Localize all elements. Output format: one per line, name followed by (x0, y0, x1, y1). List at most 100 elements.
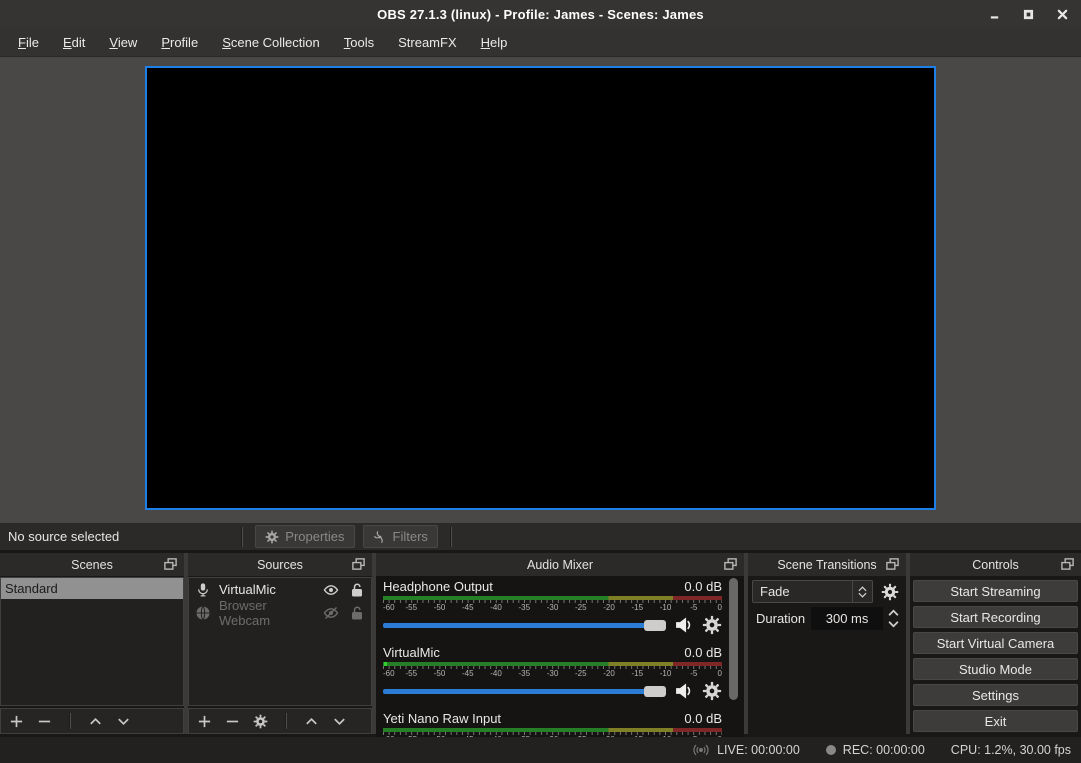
audio-mixer-dock-header[interactable]: Audio Mixer (376, 553, 744, 576)
close-button[interactable] (1055, 7, 1069, 21)
sources-toolbar (188, 708, 372, 734)
maximize-button[interactable] (1021, 7, 1035, 21)
menu-profile[interactable]: Profile (149, 31, 210, 54)
window-controls (987, 0, 1069, 28)
speaker-unmuted-icon[interactable] (674, 681, 694, 701)
toolbar-separator (69, 713, 71, 729)
source-down-button[interactable] (332, 714, 347, 729)
properties-button[interactable]: Properties (255, 525, 354, 548)
rec-time: REC: 00:00:00 (843, 743, 925, 757)
live-time: LIVE: 00:00:00 (717, 743, 800, 757)
controls-dock: Controls Start Streaming Start Recording… (910, 553, 1081, 737)
channel-volume-db: 0.0 dB (684, 579, 722, 594)
mixer-scrollbar[interactable] (729, 578, 738, 700)
mixer-channel-yeti-nano: Yeti Nano Raw Input 0.0 dB -60-55-50-45-… (383, 711, 722, 737)
add-source-button[interactable] (197, 714, 212, 729)
speaker-unmuted-icon[interactable] (674, 615, 694, 635)
menu-tools[interactable]: Tools (332, 31, 386, 54)
duration-decrement-button[interactable] (885, 619, 902, 631)
scenes-dock-title: Scenes (71, 558, 113, 572)
scene-up-button[interactable] (88, 714, 103, 729)
popout-icon[interactable] (885, 557, 901, 572)
menu-file[interactable]: File (6, 31, 51, 54)
popout-icon[interactable] (1060, 557, 1076, 572)
sources-dock-header[interactable]: Sources (188, 553, 372, 576)
duration-increment-button[interactable] (885, 607, 902, 619)
settings-button[interactable]: Settings (913, 684, 1078, 706)
menu-help[interactable]: Help (469, 31, 520, 54)
scene-transitions-dock: Scene Transitions Fade (748, 553, 906, 737)
sources-list[interactable]: VirtualMic Browser Webcam (188, 577, 372, 706)
exit-button[interactable]: Exit (913, 710, 1078, 732)
menu-view[interactable]: View (97, 31, 149, 54)
source-properties-gear-icon[interactable] (253, 714, 268, 729)
scenes-list[interactable]: Standard (0, 577, 184, 706)
volume-slider-handle[interactable] (644, 620, 666, 631)
scene-transitions-dock-header[interactable]: Scene Transitions (748, 553, 906, 576)
record-dot-icon (826, 745, 836, 755)
popout-icon[interactable] (163, 557, 179, 572)
volume-slider-track (383, 689, 666, 694)
duration-spinner-arrows (885, 607, 902, 630)
scene-transitions-dock-title: Scene Transitions (777, 558, 876, 572)
volume-slider[interactable] (383, 681, 666, 701)
window-title: OBS 27.1.3 (linux) - Profile: James - Sc… (377, 7, 704, 22)
rec-status: REC: 00:00:00 (826, 743, 925, 757)
filters-button[interactable]: Filters (363, 525, 438, 548)
lock-open-icon[interactable] (349, 582, 365, 598)
mixer-channel-headphone-output: Headphone Output 0.0 dB -60-55-50-45-40-… (383, 579, 722, 635)
duration-label: Duration (752, 611, 811, 626)
transition-select[interactable]: Fade (752, 580, 873, 603)
source-row-browser-webcam[interactable]: Browser Webcam (189, 601, 371, 624)
studio-mode-button[interactable]: Studio Mode (913, 658, 1078, 680)
channel-name: Yeti Nano Raw Input (383, 711, 684, 726)
audio-mixer-dock-title: Audio Mixer (527, 558, 593, 572)
visibility-eye-slash-icon[interactable] (323, 605, 339, 621)
cpu-fps-stats: CPU: 1.2%, 30.00 fps (951, 743, 1071, 757)
dropdown-arrows-icon (852, 581, 872, 602)
transition-settings-gear-icon[interactable] (878, 580, 902, 603)
remove-source-button[interactable] (225, 714, 240, 729)
scenes-dock: Scenes Standard (0, 553, 184, 737)
add-scene-button[interactable] (9, 714, 24, 729)
toolbar-separator (241, 527, 243, 547)
channel-gear-icon[interactable] (702, 615, 722, 635)
controls-dock-header[interactable]: Controls (910, 553, 1081, 576)
source-action-toolbar: No source selected Properties Filters (0, 523, 1081, 550)
duration-input[interactable]: 300 ms (811, 607, 883, 630)
start-recording-button[interactable]: Start Recording (913, 606, 1078, 628)
channel-gear-icon[interactable] (702, 681, 722, 701)
popout-icon[interactable] (351, 557, 367, 572)
channel-name: Headphone Output (383, 579, 684, 594)
remove-scene-button[interactable] (37, 714, 52, 729)
toolbar-separator (450, 527, 452, 547)
source-label: VirtualMic (219, 582, 313, 597)
broadcast-icon (692, 741, 710, 759)
popout-icon[interactable] (723, 557, 739, 572)
audio-mixer-dock: Audio Mixer Headphone Output 0.0 dB -60-… (376, 553, 744, 737)
volume-slider[interactable] (383, 615, 666, 635)
lock-open-icon[interactable] (349, 605, 365, 621)
title-bar[interactable]: OBS 27.1.3 (linux) - Profile: James - Sc… (0, 0, 1081, 28)
controls-dock-title: Controls (972, 558, 1019, 572)
preview-canvas[interactable] (145, 66, 936, 510)
gear-icon (265, 530, 279, 544)
visibility-eye-icon[interactable] (323, 582, 339, 598)
scene-down-button[interactable] (116, 714, 131, 729)
controls-body: Start Streaming Start Recording Start Vi… (910, 576, 1081, 737)
start-streaming-button[interactable]: Start Streaming (913, 580, 1078, 602)
menu-scene-collection[interactable]: Scene Collection (210, 31, 332, 54)
mixer-channel-virtualmic: VirtualMic 0.0 dB -60-55-50-45-40-35-30-… (383, 645, 722, 701)
minimize-button[interactable] (987, 7, 1001, 21)
source-label: Browser Webcam (219, 598, 313, 628)
volume-slider-handle[interactable] (644, 686, 666, 697)
toolbar-separator (285, 713, 287, 729)
channel-name: VirtualMic (383, 645, 684, 660)
source-up-button[interactable] (304, 714, 319, 729)
scenes-dock-header[interactable]: Scenes (0, 553, 184, 576)
menu-streamfx[interactable]: StreamFX (386, 31, 469, 54)
scene-item-standard[interactable]: Standard (1, 578, 183, 599)
start-virtual-camera-button[interactable]: Start Virtual Camera (913, 632, 1078, 654)
scene-transitions-body: Fade Duration 300 ms (748, 576, 906, 737)
menu-edit[interactable]: Edit (51, 31, 97, 54)
